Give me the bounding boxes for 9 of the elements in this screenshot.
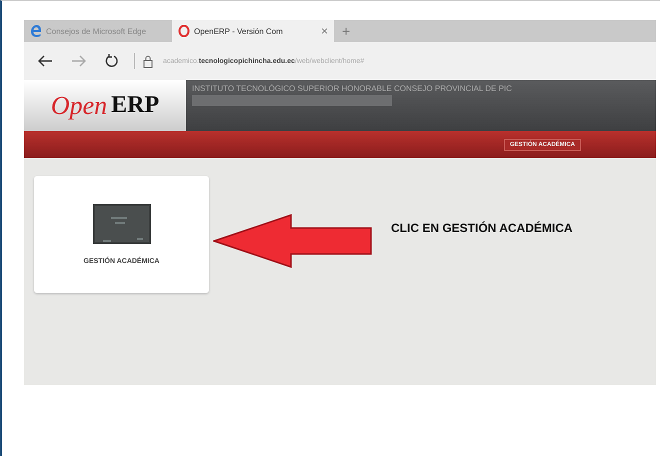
browser-tab[interactable]: OpenERP - Versión Com × <box>172 20 334 42</box>
edge-icon <box>30 25 42 37</box>
close-icon[interactable]: × <box>320 24 328 38</box>
lock-icon <box>143 54 153 68</box>
company-name: INSTITUTO TECNOLÓGICO SUPERIOR HONORABLE CONSEJO PROVINCIAL DE PIC <box>192 84 513 93</box>
openerp-logo: Open ERP <box>24 80 186 131</box>
opera-icon <box>178 25 190 37</box>
annotation-text: CLIC EN GESTIÓN ACADÉMICA <box>391 221 573 235</box>
blackboard-icon <box>92 204 150 244</box>
